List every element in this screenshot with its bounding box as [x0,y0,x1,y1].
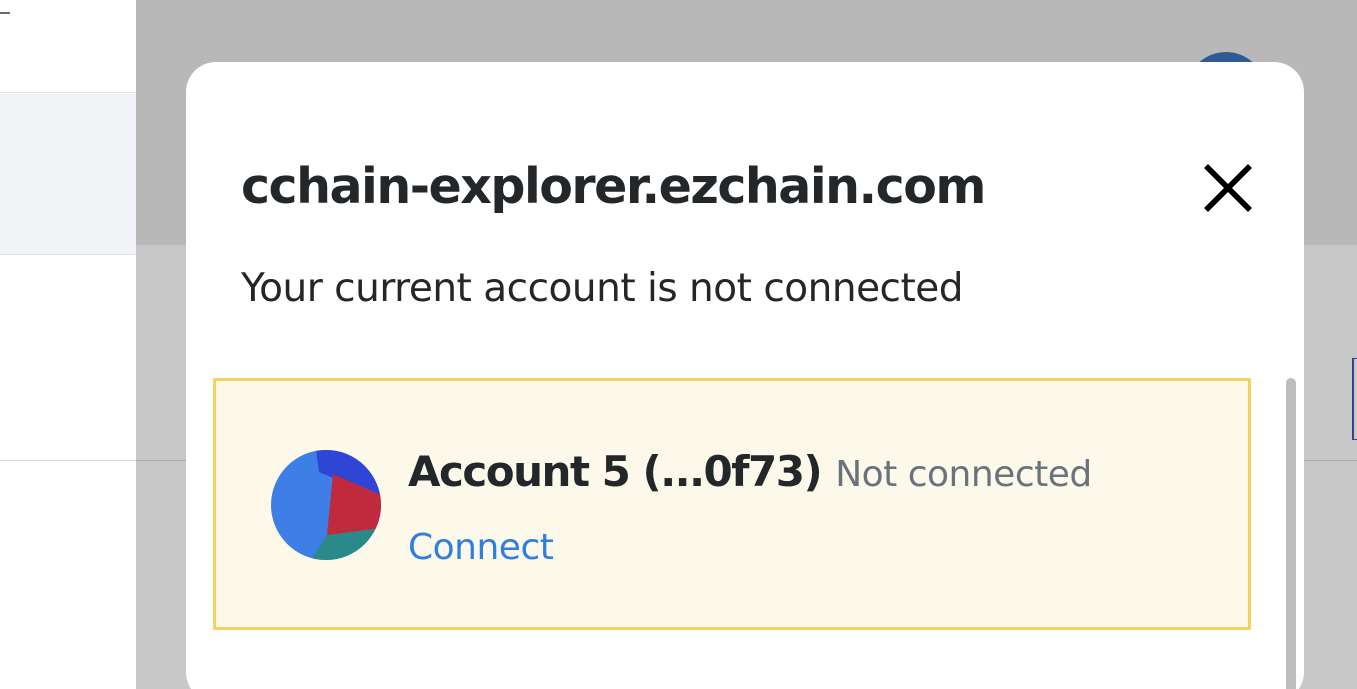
account-status: Not connected [835,454,1092,495]
background-tick [0,12,10,14]
screen: cchain-explorer.ezchain.com Your current… [0,0,1357,689]
connection-popup: cchain-explorer.ezchain.com Your current… [186,62,1304,689]
background-band [0,94,136,255]
close-icon [1204,164,1252,212]
close-button[interactable] [1198,158,1258,218]
popup-site-title: cchain-explorer.ezchain.com [241,158,986,215]
background-divider [0,460,136,461]
background-page [0,0,136,689]
account-line: Account 5 (...0f73) Not connected [408,447,1092,496]
account-card: Account 5 (...0f73) Not connected Connect [213,378,1251,630]
popup-scrollbar[interactable] [1286,378,1296,689]
connect-link[interactable]: Connect [408,527,554,568]
background-header [0,0,136,93]
jazzicon-avatar [271,450,381,560]
account-name: Account 5 (...0f73) [408,447,823,496]
background-edge-element [1352,358,1357,440]
popup-message: Your current account is not connected [241,266,964,311]
